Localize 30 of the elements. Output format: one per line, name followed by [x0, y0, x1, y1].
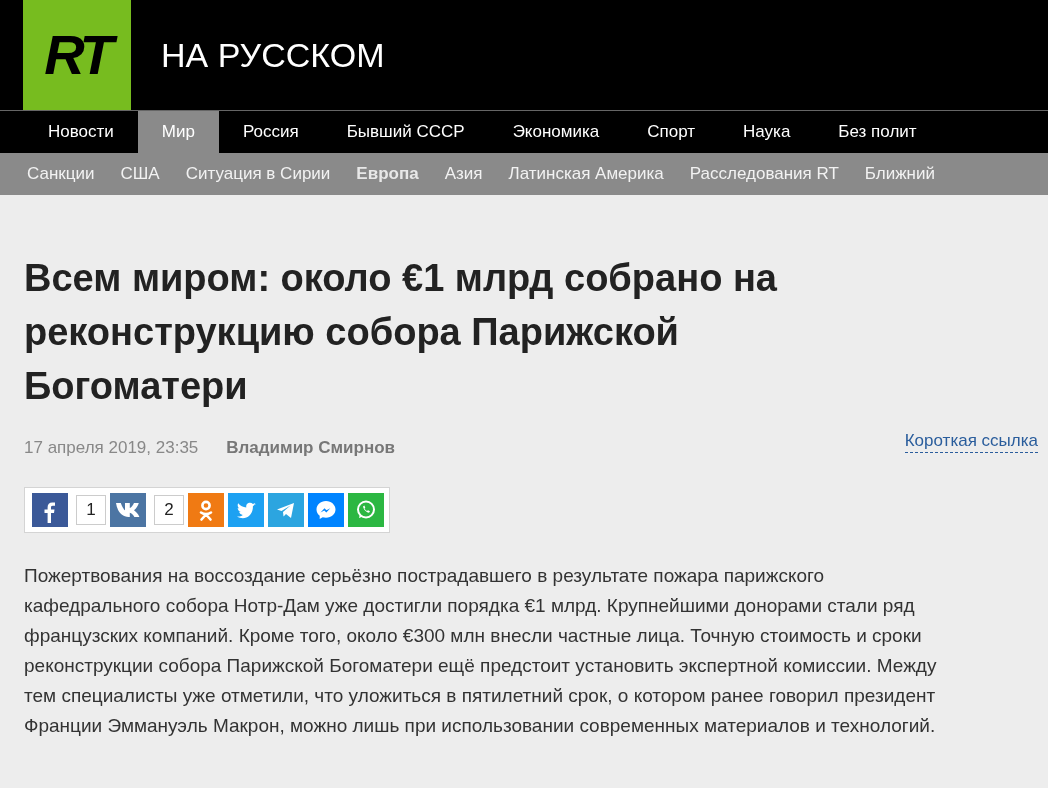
- subnav-link[interactable]: Ближний: [851, 161, 948, 187]
- share-button[interactable]: [188, 492, 224, 527]
- nav-tab[interactable]: Бывший СССР: [322, 111, 489, 153]
- nav-tab[interactable]: Наука: [719, 111, 815, 153]
- subnav-link[interactable]: Санкции: [14, 161, 108, 187]
- nav-tab[interactable]: Мир: [137, 111, 219, 153]
- short-link[interactable]: Короткая ссылка: [904, 430, 1038, 454]
- nav-tab[interactable]: Без полит: [814, 111, 941, 153]
- subnav-link[interactable]: Ситуация в Сирии: [172, 161, 344, 187]
- nav-tab[interactable]: Новости: [24, 111, 138, 153]
- site-title: НА РУССКОМ: [161, 34, 385, 76]
- article-body: Пожертвования на воссоздание серьёзно пострадавшего в результате пожара парижского кафедрального собора Нотр-Дам уже достигли порядка €1 млрд. Крупнейшими донорами стали ряд французских компаний. Кроме того, около €300 млн внесли частные лица. Точную стоимость и сроки реконструкции собора Парижской Богоматери ещё предстоит установить экспертной комиссии. Между тем специалисты уже отметили, что уложиться в пятилетний срок, о котором ранее говорил президент Франции Эммануэль Макрон, можно лишь при использовании современных материалов и технологий.: [24, 563, 938, 738]
- logo[interactable]: RT: [23, 0, 131, 110]
- article-title: Всем миром: около €1 млрд собрано на реконструкцию собора Парижской Богоматери: [24, 256, 778, 409]
- vk-icon: [116, 502, 140, 517]
- share-button[interactable]: [110, 492, 146, 527]
- subnav-link[interactable]: Азия: [431, 161, 496, 187]
- nav-tab[interactable]: Россия: [218, 111, 323, 153]
- nav-tab[interactable]: Спорт: [623, 111, 720, 153]
- share-count: 1: [76, 494, 106, 525]
- subnav-link[interactable]: Расследования RT: [676, 161, 852, 187]
- article-date: 17 апреля 2019, 23:35: [24, 437, 199, 459]
- subnav-link[interactable]: США: [107, 161, 173, 187]
- article-author: Владимир Смирнов: [226, 437, 395, 459]
- share-count: 2: [154, 494, 184, 525]
- share-button[interactable]: [228, 492, 264, 527]
- nav-tab[interactable]: Экономика: [488, 111, 624, 153]
- subnav-link[interactable]: Латинская Америка: [495, 161, 677, 187]
- share-button[interactable]: [308, 492, 344, 527]
- share-button[interactable]: [32, 492, 68, 527]
